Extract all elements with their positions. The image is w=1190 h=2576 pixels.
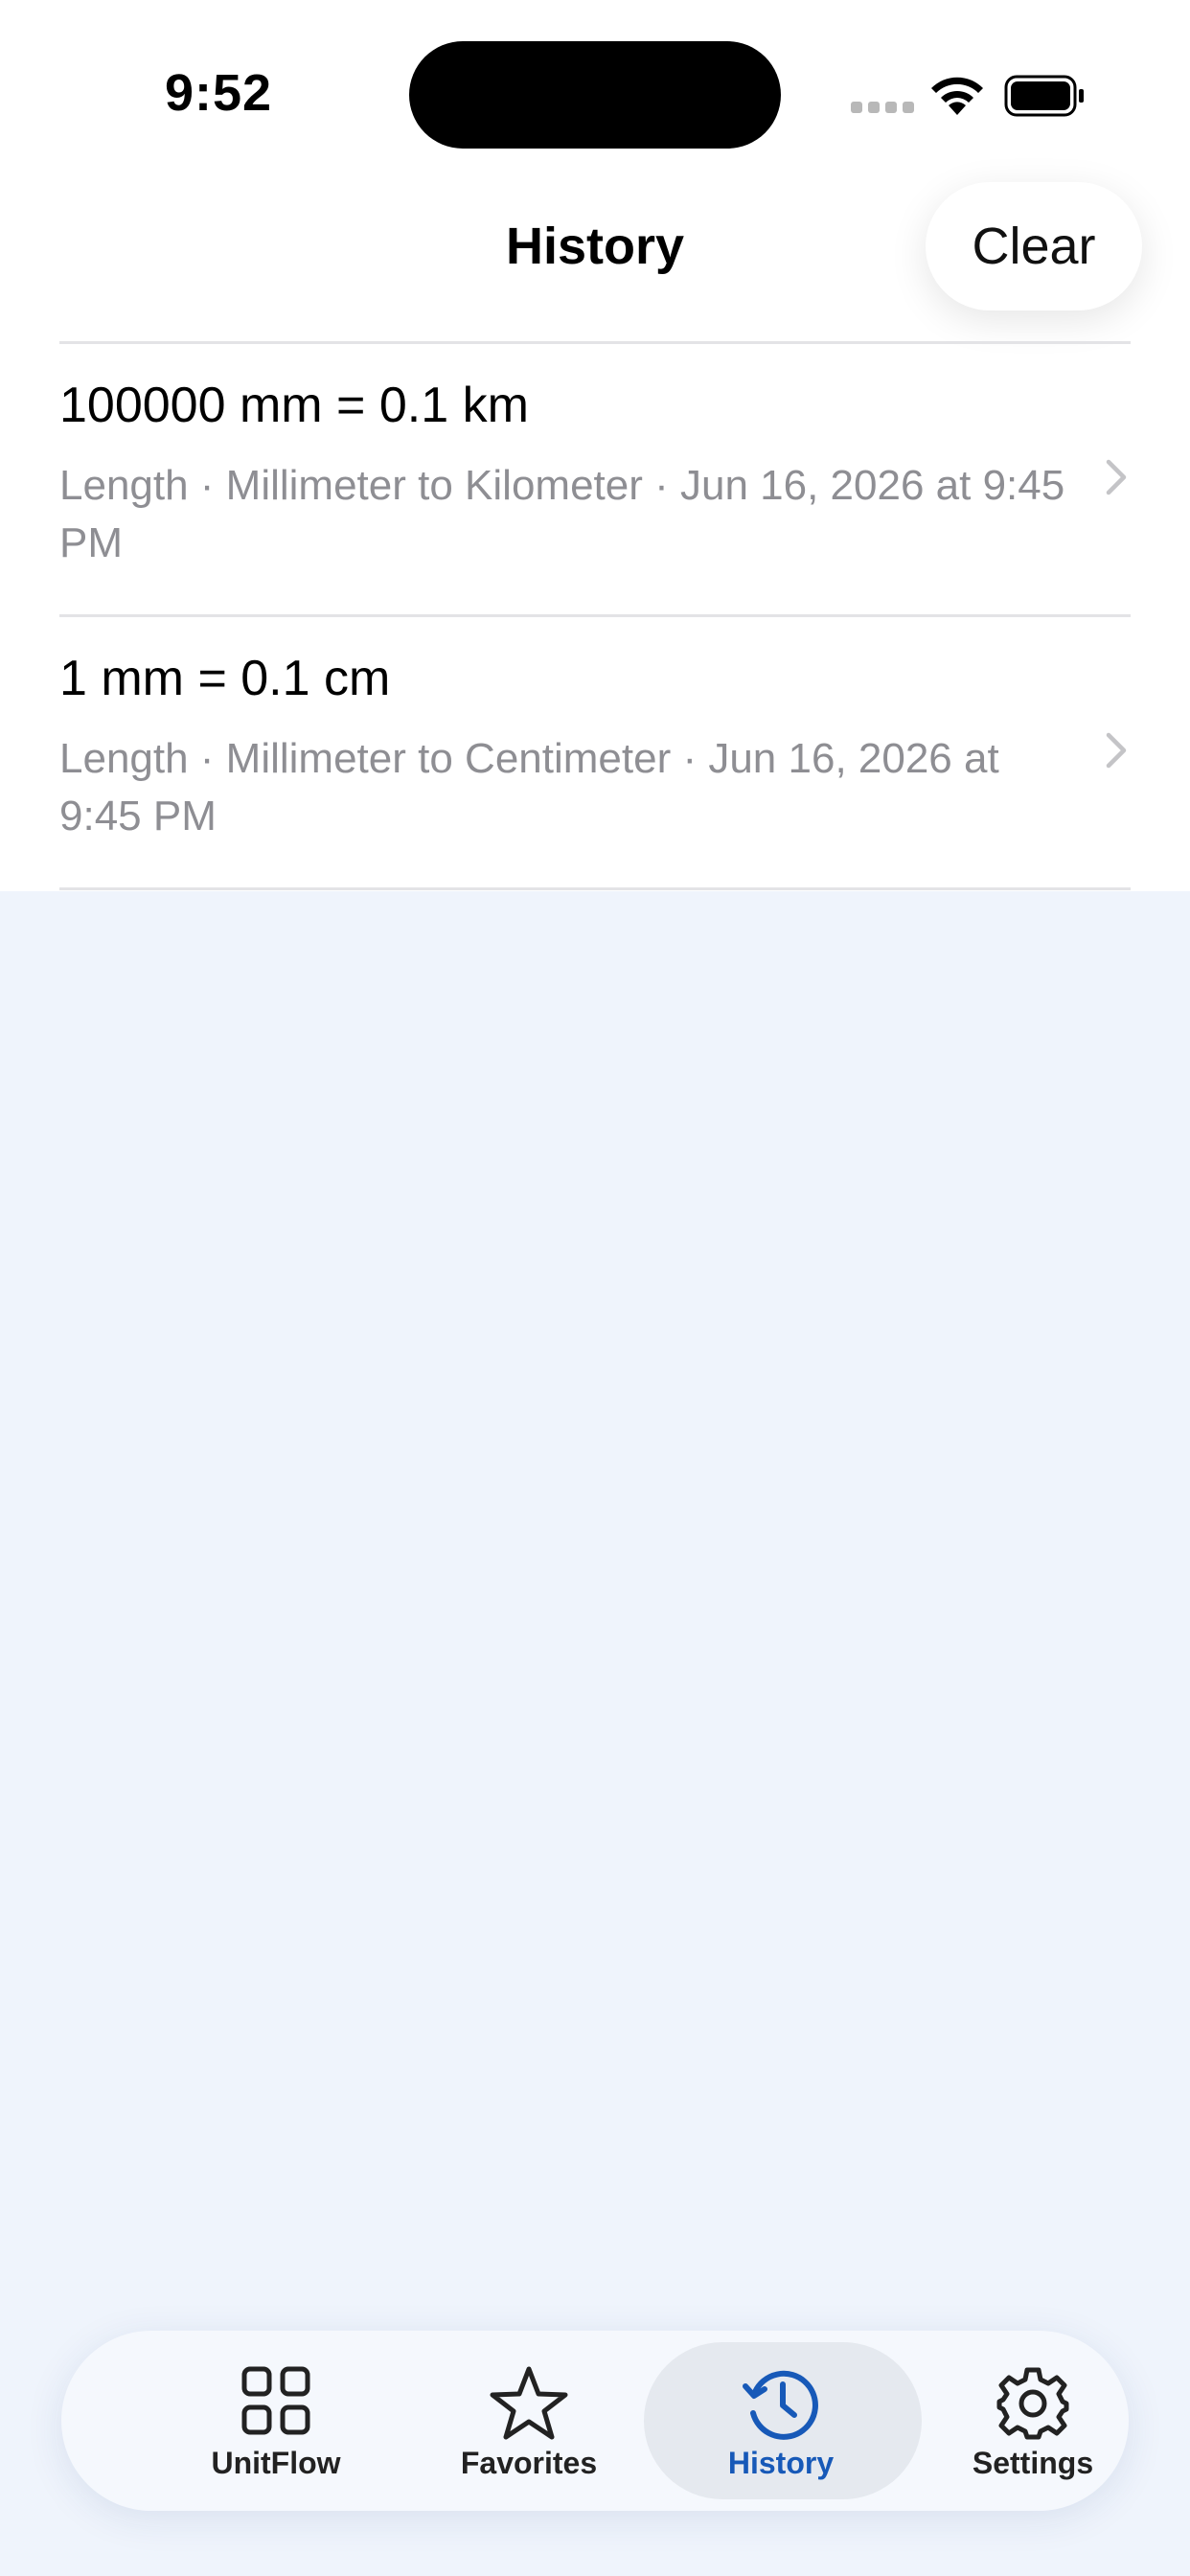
dynamic-island — [409, 41, 781, 149]
tab-label: UnitFlow — [211, 2446, 341, 2480]
wifi-icon — [927, 73, 987, 122]
history-row-subtitle: Length · Millimeter to Centimeter · Jun … — [59, 735, 999, 840]
chevron-right-icon — [1102, 730, 1131, 775]
history-row-subtitle: Length · Millimeter to Kilometer · Jun 1… — [59, 462, 1065, 566]
clear-button[interactable]: Clear — [926, 182, 1142, 310]
history-row-title: 100000 mm = 0.1 km — [59, 378, 529, 433]
tab-label: History — [727, 2446, 835, 2480]
gear-icon — [904, 2365, 1162, 2446]
tab-label: Favorites — [460, 2446, 598, 2480]
star-icon — [400, 2365, 658, 2446]
chevron-right-icon — [1102, 457, 1131, 502]
tab-settings[interactable]: Settings — [904, 2331, 1162, 2511]
history-clock-icon — [652, 2365, 910, 2446]
battery-icon — [1004, 75, 1087, 122]
history-row[interactable]: 1 mm = 0.1 cm Length · Millimeter to Cen… — [0, 617, 1190, 887]
tab-label: Settings — [972, 2446, 1094, 2480]
tab-bar: UnitFlow Favorites History Settings — [61, 2331, 1129, 2511]
status-time: 9:52 — [165, 64, 273, 122]
tab-unitflow[interactable]: UnitFlow — [147, 2331, 405, 2511]
history-row-title: 1 mm = 0.1 cm — [59, 651, 391, 706]
history-row[interactable]: 100000 mm = 0.1 km Length · Millimeter t… — [0, 344, 1190, 614]
divider — [59, 887, 1131, 890]
grid-icon — [147, 2365, 405, 2446]
tab-favorites[interactable]: Favorites — [400, 2331, 658, 2511]
tab-history[interactable]: History — [644, 2331, 922, 2511]
